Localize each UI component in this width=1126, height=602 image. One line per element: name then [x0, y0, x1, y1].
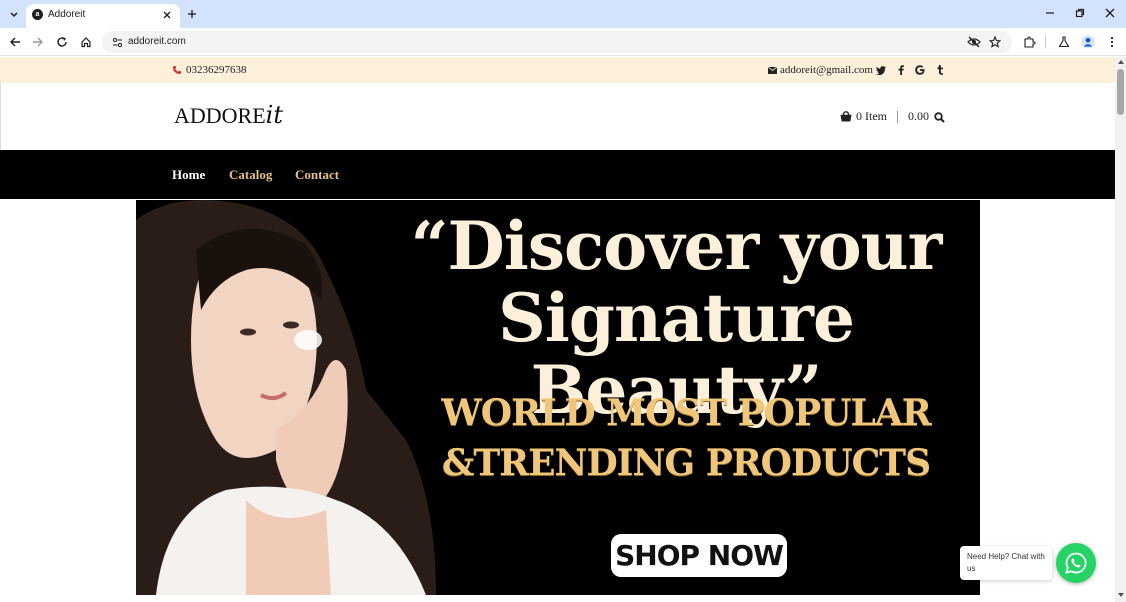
tab-list-button[interactable] [4, 4, 24, 24]
restore-button[interactable] [1070, 4, 1090, 22]
star-icon [989, 36, 1001, 48]
phone-icon [173, 66, 181, 74]
forward-button[interactable] [29, 33, 47, 51]
url-text: addoreit.com [128, 36, 186, 47]
labs-button[interactable] [1055, 33, 1073, 51]
search-icon [933, 111, 945, 123]
scroll-down-arrow[interactable] [1118, 593, 1124, 597]
nav-item-contact[interactable]: Contact [295, 167, 339, 183]
new-tab-button[interactable] [184, 6, 200, 22]
web-page: 03236297638 addoreit@gmail.com ADDOREit … [0, 57, 1115, 602]
chevron-down-icon [10, 12, 18, 18]
twitter-link[interactable] [874, 63, 888, 77]
minimize-button[interactable] [1040, 4, 1060, 22]
plus-icon [188, 10, 196, 18]
logo-script: it [265, 101, 283, 129]
home-button[interactable] [77, 33, 95, 51]
subline-line-2: &TRENDING PRODUCTS [441, 442, 931, 484]
tumblr-icon [937, 65, 943, 75]
site-info-button[interactable] [110, 35, 124, 49]
main-navigation: Home Catalog Contact [0, 150, 1115, 199]
profile-icon [1081, 35, 1095, 49]
restore-icon [1075, 8, 1085, 18]
headline-line-1: “Discover your [410, 207, 943, 285]
toolbar-separator [1045, 36, 1046, 48]
chat-help-bubble[interactable]: Need Help? Chat with us [960, 546, 1052, 580]
search-button[interactable] [932, 110, 946, 124]
google-icon [915, 65, 925, 75]
reload-icon [57, 37, 67, 47]
email-contact[interactable]: addoreit@gmail.com [768, 64, 873, 76]
reload-button[interactable] [53, 33, 71, 51]
contact-topbar: 03236297638 addoreit@gmail.com [0, 57, 1115, 83]
facebook-icon [898, 65, 904, 75]
tumblr-link[interactable] [933, 63, 947, 77]
facebook-link[interactable] [894, 63, 908, 77]
hero-banner[interactable]: “Discover your Signature Beauty” WORLD M… [136, 200, 980, 595]
scroll-thumb[interactable] [1117, 69, 1124, 115]
extensions-icon [1023, 35, 1036, 48]
twitter-icon [876, 65, 886, 75]
forward-icon [33, 37, 43, 47]
tab-close-button[interactable] [160, 8, 174, 22]
site-info-icon [112, 37, 122, 47]
whatsapp-chat-button[interactable] [1056, 543, 1096, 583]
phone-number: 03236297638 [186, 64, 247, 76]
kebab-menu-icon [1110, 36, 1114, 48]
shop-now-button[interactable]: SHOP NOW [611, 534, 787, 577]
labs-icon [1058, 36, 1070, 48]
back-button[interactable] [6, 33, 24, 51]
profile-button[interactable] [1079, 33, 1097, 51]
scroll-up-arrow[interactable] [1118, 60, 1124, 64]
cart-icon [840, 111, 852, 122]
browser-menu-button[interactable] [1103, 33, 1121, 51]
back-icon [10, 37, 20, 47]
close-icon [163, 11, 171, 19]
window-close-button[interactable] [1100, 4, 1120, 22]
browser-tab[interactable]: a Addoreit [26, 4, 180, 28]
tab-title: Addoreit [48, 9, 86, 20]
site-logo[interactable]: ADDOREit [174, 101, 283, 135]
tracking-protection-button[interactable] [966, 34, 982, 50]
banner-subline: WORLD MOST POPULAR &TRENDING PRODUCTS [436, 388, 936, 488]
extensions-button[interactable] [1020, 33, 1038, 51]
nav-item-home[interactable]: Home [172, 167, 205, 183]
bookmark-button[interactable] [987, 34, 1003, 50]
eye-off-icon [967, 36, 981, 48]
google-link[interactable] [913, 63, 927, 77]
home-icon [81, 37, 91, 48]
cart-item-count: 0 Item [856, 109, 887, 123]
logo-wordmark: ADDORE [174, 103, 266, 128]
page-scrollbar[interactable] [1115, 57, 1126, 602]
close-icon [1105, 8, 1115, 18]
site-favicon-icon: a [32, 9, 43, 20]
cart-summary[interactable]: 0 Item 0.00 [840, 109, 929, 124]
minimize-icon [1046, 12, 1054, 14]
browser-tab-strip: a Addoreit [0, 0, 1126, 28]
cart-total: 0.00 [908, 109, 929, 123]
envelope-icon [768, 66, 777, 74]
cart-divider [897, 110, 898, 123]
whatsapp-icon [1065, 552, 1087, 574]
email-address: addoreit@gmail.com [780, 64, 873, 76]
phone-contact[interactable]: 03236297638 [172, 64, 247, 76]
browser-toolbar: addoreit.com [0, 28, 1126, 56]
subline-line-1: WORLD MOST POPULAR [441, 392, 931, 434]
nav-item-catalog[interactable]: Catalog [229, 167, 272, 183]
address-bar[interactable]: addoreit.com [102, 31, 1012, 53]
site-header: ADDOREit 0 Item 0.00 [0, 83, 1115, 150]
